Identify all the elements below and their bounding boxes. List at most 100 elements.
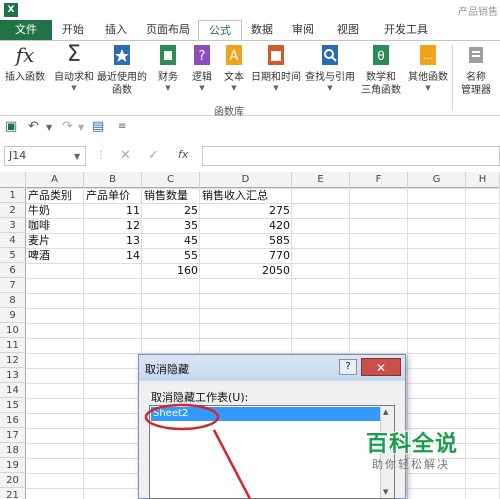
chevron-down-icon[interactable]: ▼ — [74, 152, 80, 161]
logic-button[interactable]: ? 逻辑 ▼ — [188, 43, 216, 93]
column-header-d[interactable]: D — [200, 172, 292, 188]
table-cell[interactable]: 12 — [84, 218, 142, 233]
column-header-b[interactable]: B — [84, 172, 142, 188]
row-header-5[interactable]: 5 — [0, 248, 26, 263]
star-book-icon — [114, 45, 130, 65]
table-cell[interactable]: 2050 — [200, 263, 292, 278]
column-header-a[interactable]: A — [26, 172, 84, 188]
table-cell[interactable]: 25 — [142, 203, 200, 218]
tab-insert[interactable]: 插入 — [96, 20, 136, 40]
close-button[interactable]: ✕ — [361, 358, 401, 376]
row-header-19[interactable]: 19 — [0, 458, 26, 473]
cancel-entry-icon[interactable]: ✕ — [120, 148, 131, 163]
table-cell[interactable]: 产品单价 — [84, 188, 142, 203]
math-trig-button[interactable]: θ 数学和 三角函数 — [358, 43, 404, 97]
row-header-17[interactable]: 17 — [0, 428, 26, 443]
autosum-button[interactable]: Σ 自动求和 ▼ — [52, 43, 96, 93]
insert-function-fx-button[interactable]: fx — [178, 148, 188, 161]
row-header-14[interactable]: 14 — [0, 383, 26, 398]
row-header-3[interactable]: 3 — [0, 218, 26, 233]
table-cell[interactable]: 11 — [84, 203, 142, 218]
table-cell[interactable]: 麦片 — [26, 233, 84, 248]
table-cell[interactable] — [84, 263, 142, 278]
tab-data[interactable]: 数据 — [244, 20, 280, 40]
select-all-corner[interactable] — [0, 172, 26, 188]
row-header-18[interactable]: 18 — [0, 443, 26, 458]
recent-functions-button[interactable]: 最近使用的 函数 — [96, 43, 148, 97]
tab-file[interactable]: 文件 — [0, 20, 52, 40]
table-cell[interactable]: 585 — [200, 233, 292, 248]
row-header-11[interactable]: 11 — [0, 338, 26, 353]
other-functions-label: 其他函数 — [408, 72, 448, 83]
dialog-titlebar[interactable]: 取消隐藏 ? ✕ — [139, 355, 405, 381]
row-header-8[interactable]: 8 — [0, 293, 26, 308]
confirm-entry-icon[interactable]: ✓ — [148, 148, 159, 163]
row-header-20[interactable]: 20 — [0, 473, 26, 488]
table-cell[interactable]: 啤酒 — [26, 248, 84, 263]
lookup-book-icon — [322, 45, 338, 65]
column-header-g[interactable]: G — [408, 172, 466, 188]
other-functions-button[interactable]: ... 其他函数 ▼ — [406, 43, 450, 93]
tab-review[interactable]: 审阅 — [284, 20, 322, 40]
row-header-7[interactable]: 7 — [0, 278, 26, 293]
table-cell[interactable]: 牛奶 — [26, 203, 84, 218]
tab-view[interactable]: 视图 — [328, 20, 368, 40]
table-cell[interactable]: 产品类别 — [26, 188, 84, 203]
column-header-c[interactable]: C — [142, 172, 200, 188]
row-header-9[interactable]: 9 — [0, 308, 26, 323]
table-cell[interactable]: 35 — [142, 218, 200, 233]
name-manager-button[interactable]: 名称 管理器 — [456, 43, 496, 97]
finance-button[interactable]: 财务 ▼ — [152, 43, 184, 93]
table-cell[interactable]: 咖啡 — [26, 218, 84, 233]
row-header-6[interactable]: 6 — [0, 263, 26, 278]
tab-formulas[interactable]: 公式 — [198, 20, 242, 40]
table-cell[interactable]: 420 — [200, 218, 292, 233]
table-cell[interactable]: 销售收入汇总 — [200, 188, 292, 203]
tab-page-layout[interactable]: 页面布局 — [140, 20, 196, 40]
tab-home[interactable]: 开始 — [52, 20, 94, 40]
table-cell[interactable] — [26, 263, 84, 278]
table-cell[interactable]: 45 — [142, 233, 200, 248]
insert-function-button[interactable]: fx 插入函数 — [2, 43, 48, 84]
scroll-up-icon[interactable]: ▲ — [383, 408, 388, 416]
datetime-label: 日期和时间 — [251, 72, 301, 83]
row-header-21[interactable]: 21 — [0, 488, 26, 499]
table-cell[interactable]: 770 — [200, 248, 292, 263]
row-header-15[interactable]: 15 — [0, 398, 26, 413]
table-cell[interactable]: 55 — [142, 248, 200, 263]
table-cell[interactable]: 销售数量 — [142, 188, 200, 203]
recent-functions-label: 最近使用的 函数 — [97, 72, 147, 96]
chevron-down-icon: ▼ — [165, 84, 171, 92]
save-icon[interactable]: ▣ — [5, 119, 17, 134]
theta-book-icon: θ — [373, 45, 389, 65]
table-cell[interactable]: 160 — [142, 263, 200, 278]
column-header-h[interactable]: H — [466, 172, 500, 188]
row-header-16[interactable]: 16 — [0, 413, 26, 428]
table-cell[interactable]: 275 — [200, 203, 292, 218]
help-button[interactable]: ? — [339, 359, 357, 375]
lookup-button[interactable]: 查找与引用 ▼ — [304, 43, 356, 93]
window-icon[interactable]: ▤ — [92, 119, 104, 134]
list-item[interactable]: Sheet2 — [151, 407, 381, 421]
chevron-down-icon[interactable]: ▼ — [78, 123, 84, 132]
row-header-13[interactable]: 13 — [0, 368, 26, 383]
redo-icon[interactable]: ↷ — [62, 119, 73, 134]
chevron-down-icon[interactable]: ▼ — [46, 123, 52, 132]
row-header-4[interactable]: 4 — [0, 233, 26, 248]
formula-input[interactable] — [202, 146, 500, 166]
undo-icon[interactable]: ↶ — [28, 119, 39, 134]
column-header-f[interactable]: F — [350, 172, 408, 188]
sheet-listbox[interactable]: Sheet2 ▲ ▼ — [149, 405, 395, 499]
text-book-icon: A — [226, 45, 242, 65]
text-button[interactable]: A 文本 ▼ — [220, 43, 248, 93]
row-header-1[interactable]: 1 — [0, 188, 26, 203]
customize-qat-icon[interactable]: ≡ — [118, 121, 126, 132]
tab-developer[interactable]: 开发工具 — [370, 20, 442, 40]
table-cell[interactable]: 14 — [84, 248, 142, 263]
row-header-10[interactable]: 10 — [0, 323, 26, 338]
row-header-12[interactable]: 12 — [0, 353, 26, 368]
table-cell[interactable]: 13 — [84, 233, 142, 248]
column-header-e[interactable]: E — [292, 172, 350, 188]
datetime-button[interactable]: 日期和时间 ▼ — [250, 43, 302, 93]
row-header-2[interactable]: 2 — [0, 203, 26, 218]
